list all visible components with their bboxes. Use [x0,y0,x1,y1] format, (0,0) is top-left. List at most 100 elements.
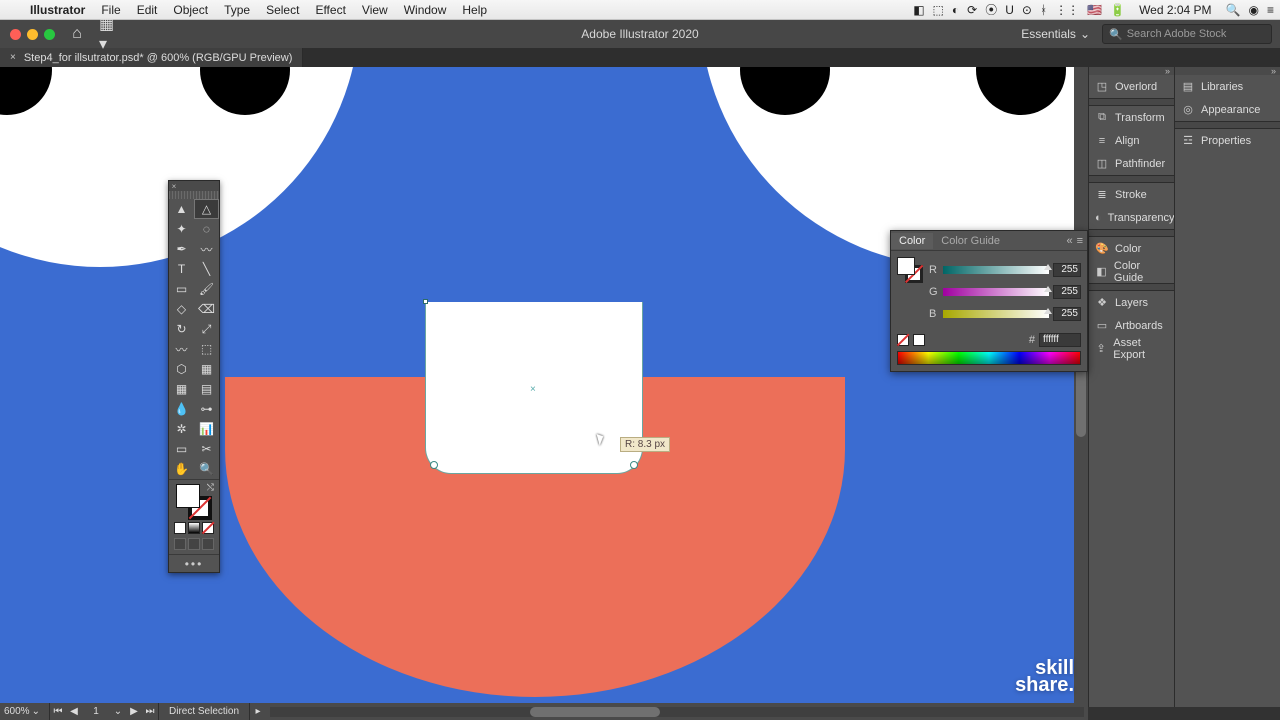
r-value[interactable]: 255 [1053,263,1081,277]
white-swatch[interactable] [913,334,925,346]
panel-menu-icon[interactable]: ≡ [1077,235,1083,247]
none-swatch[interactable] [897,334,909,346]
panel-color[interactable]: 🎨Color [1089,237,1174,260]
workspace-switcher[interactable]: Essentials ⌄ [1021,27,1090,41]
tab-color[interactable]: Color [891,233,933,249]
perspective-grid-tool[interactable]: ▦ [194,359,219,379]
app-name[interactable]: Illustrator [22,3,93,17]
selection-tool[interactable]: ▲ [169,199,194,219]
curvature-tool[interactable]: 〰 [194,239,219,259]
tab-color-guide[interactable]: Color Guide [933,233,1008,249]
gradient-tool[interactable]: ▤ [194,379,219,399]
horizontal-scrollbar[interactable] [270,707,1084,717]
panel-grip[interactable] [169,191,219,199]
menubar-clock[interactable]: Wed 2:04 PM [1133,3,1217,17]
close-icon[interactable]: × [10,52,16,63]
live-corner-widget[interactable] [630,461,638,469]
status-icon[interactable]: ⦿ [985,1,997,18]
notifications-icon[interactable]: ≡ [1267,3,1274,17]
magic-wand-tool[interactable]: ✦ [169,219,194,239]
slider-thumb[interactable] [1044,286,1052,292]
status-flyout-icon[interactable]: ▸ [250,706,266,717]
zoom-level[interactable]: 600% ⌄ [0,703,50,720]
menu-help[interactable]: Help [454,3,495,17]
panel-overlord[interactable]: ◳Overlord [1089,75,1174,98]
status-icon[interactable]: ⟳ [967,3,977,17]
anchor-point[interactable] [423,299,428,304]
artboard-tool[interactable]: ▭ [169,439,194,459]
slider-thumb[interactable] [1044,308,1052,314]
menu-select[interactable]: Select [258,3,307,17]
wifi-icon[interactable]: ⋮⋮ [1055,3,1079,17]
fill-stroke-swatch[interactable] [897,257,923,283]
paintbrush-tool[interactable]: 🖌 [194,279,219,299]
window-close-button[interactable] [10,29,21,40]
current-tool-label[interactable]: Direct Selection [159,703,250,720]
shape-builder-tool[interactable]: ⬡ [169,359,194,379]
window-minimize-button[interactable] [27,29,38,40]
lasso-tool[interactable]: ◌ [194,219,219,239]
fill-swatch[interactable] [897,257,915,275]
panel-align[interactable]: ≡Align [1089,129,1174,152]
draw-behind-button[interactable] [188,538,200,550]
panel-collapse-handle[interactable] [1175,67,1280,75]
panel-asset-export[interactable]: ⇪Asset Export [1089,337,1174,360]
hex-field[interactable]: ffffff [1039,333,1081,347]
menu-effect[interactable]: Effect [307,3,353,17]
artboard-number[interactable]: 1 [82,706,110,717]
status-icon[interactable]: ⬚ [933,3,944,17]
rectangle-tool[interactable]: ▭ [169,279,194,299]
menu-type[interactable]: Type [216,3,258,17]
r-slider[interactable] [943,266,1049,274]
panel-artboards[interactable]: ▭Artboards [1089,314,1174,337]
b-slider[interactable] [943,310,1049,318]
panel-stroke[interactable]: ≣Stroke [1089,183,1174,206]
g-value[interactable]: 255 [1053,285,1081,299]
first-artboard-button[interactable]: ⏮ [50,706,66,717]
color-mode-button[interactable] [174,522,186,534]
eyedropper-tool[interactable]: 💧 [169,399,194,419]
last-artboard-button[interactable]: ⏭ [142,706,158,717]
edit-toolbar-button[interactable]: ••• [169,554,219,572]
panel-transparency[interactable]: ◐Transparency [1089,206,1174,229]
status-icon[interactable]: ◧ [913,3,924,17]
artboard-dropdown-icon[interactable]: ⌄ [110,706,126,717]
color-spectrum[interactable] [897,351,1081,365]
next-artboard-button[interactable]: ▶ [126,706,142,717]
siri-icon[interactable]: ◉ [1249,3,1259,17]
panel-collapse-handle[interactable] [1089,67,1174,75]
close-icon[interactable]: × [169,181,179,191]
search-stock-field[interactable]: 🔍 Search Adobe Stock [1102,24,1272,44]
scale-tool[interactable]: ⤢ [194,319,219,339]
draw-inside-button[interactable] [202,538,214,550]
window-zoom-button[interactable] [44,29,55,40]
slice-tool[interactable]: ✂ [194,439,219,459]
fill-stroke-control[interactable]: ⤭ [176,484,212,520]
flag-icon[interactable]: 🇺🇸 [1087,3,1102,17]
bluetooth-icon[interactable]: ᚼ [1040,3,1047,17]
prev-artboard-button[interactable]: ◀ [66,706,82,717]
status-icon[interactable]: ◐ [952,3,959,17]
status-icon[interactable]: U [1005,3,1014,17]
panel-layers[interactable]: ❖Layers [1089,291,1174,314]
panel-collapse-icon[interactable]: « [1066,235,1072,247]
live-corner-widget[interactable] [430,461,438,469]
rotate-tool[interactable]: ↻ [169,319,194,339]
eraser-tool[interactable]: ⌫ [194,299,219,319]
hand-tool[interactable]: ✋ [169,459,194,479]
free-transform-tool[interactable]: ⬚ [194,339,219,359]
document-tab[interactable]: × Step4_for illsutrator.psd* @ 600% (RGB… [0,48,303,67]
fill-swatch[interactable] [176,484,200,508]
swap-fill-stroke-icon[interactable]: ⤭ [207,482,214,493]
symbol-sprayer-tool[interactable]: ✲ [169,419,194,439]
panel-libraries[interactable]: ▤Libraries [1175,75,1280,98]
zoom-tool[interactable]: 🔍 [194,459,219,479]
panel-properties[interactable]: ☲Properties [1175,129,1280,152]
home-button[interactable]: ⌂ [65,24,89,44]
vertical-scrollbar[interactable] [1074,67,1088,703]
panel-transform[interactable]: ⧉Transform [1089,106,1174,129]
document-viewport[interactable]: × R: 8.3 px [0,67,1088,703]
status-icon[interactable]: ⊙ [1022,3,1032,17]
selected-rectangle-shape[interactable]: × [425,302,643,474]
column-graph-tool[interactable]: 📊 [194,419,219,439]
